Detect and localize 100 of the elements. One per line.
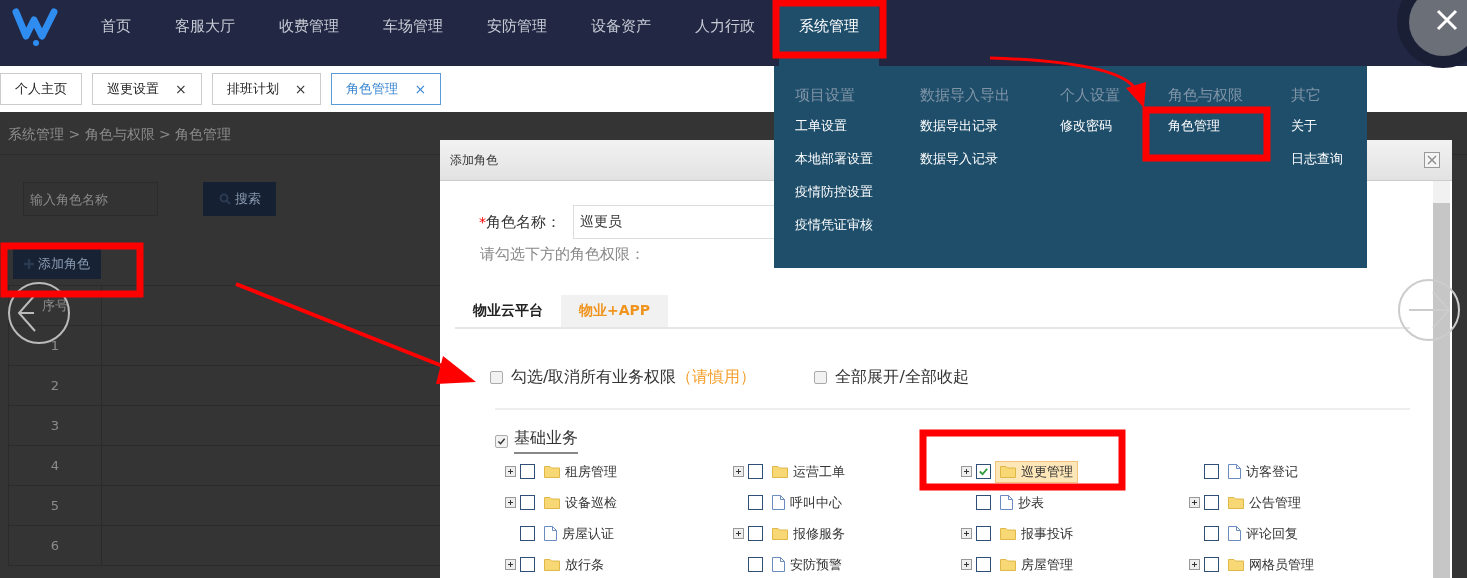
option-label: 勾选/取消所有业务权限（请慎用） — [511, 367, 757, 388]
nav-item[interactable]: 首页 — [101, 0, 131, 66]
menu-heading: 其它 — [1291, 86, 1322, 105]
tree-node[interactable]: 呼叫中心 — [767, 491, 847, 514]
checkbox[interactable] — [520, 464, 535, 479]
node-label: 租房管理 — [565, 462, 617, 481]
hint-text: 请勾选下方的角色权限： — [480, 245, 646, 264]
table-cell: 1 — [8, 325, 102, 366]
checkbox[interactable] — [748, 495, 763, 510]
expand-icon[interactable] — [733, 466, 744, 477]
checkbox[interactable] — [976, 526, 991, 541]
field-label: 角色名称： — [486, 212, 561, 232]
node-label: 报修服务 — [793, 524, 845, 543]
page-tab[interactable]: 个人主页 — [0, 73, 82, 105]
expand-icon[interactable] — [961, 528, 972, 539]
checkbox[interactable] — [1204, 495, 1219, 510]
node-label: 运营工单 — [793, 462, 845, 481]
checkbox[interactable] — [748, 526, 763, 541]
checkbox[interactable] — [1204, 526, 1219, 541]
tree-node[interactable]: 设备巡检 — [539, 491, 622, 514]
checkbox[interactable] — [976, 557, 991, 572]
folder-icon — [1000, 527, 1016, 540]
page-tab[interactable]: 巡更设置 × — [92, 73, 202, 105]
tree-node[interactable]: 抄表 — [995, 491, 1049, 514]
tree-node[interactable]: 网格员管理 — [1223, 553, 1319, 576]
node-label: 巡更管理 — [1021, 462, 1073, 481]
menu-item[interactable]: 工单设置 — [795, 117, 920, 150]
check-icon — [497, 436, 506, 446]
expand-icon[interactable] — [733, 528, 744, 539]
table-cell: 5 — [8, 485, 102, 526]
expand-icon[interactable] — [961, 559, 972, 570]
node-label: 放行条 — [565, 555, 604, 574]
scrollbar[interactable] — [1433, 181, 1450, 578]
folder-icon — [772, 527, 788, 540]
close-icon[interactable]: × — [175, 81, 187, 97]
search-button[interactable]: 搜索 — [203, 182, 276, 216]
table-cell: 2 — [8, 365, 102, 406]
tree-node[interactable]: 评论回复 — [1223, 522, 1303, 545]
expand-icon[interactable] — [505, 559, 516, 570]
checkbox[interactable] — [814, 371, 828, 384]
checkbox[interactable] — [976, 495, 991, 510]
nav-item[interactable]: 车场管理 — [383, 0, 443, 66]
checkbox[interactable] — [976, 464, 991, 479]
search-field[interactable]: 输入角色名称 — [23, 182, 158, 216]
folder-icon — [544, 496, 560, 509]
page-tab[interactable]: 角色管理 × — [331, 73, 442, 105]
expand-icon[interactable] — [961, 466, 972, 477]
menu-item[interactable]: 关于 — [1291, 117, 1367, 150]
menu-item[interactable]: 角色管理 — [1168, 117, 1291, 150]
menu-item[interactable]: 修改密码 — [1060, 117, 1168, 150]
checkbox[interactable] — [495, 434, 508, 448]
expand-icon[interactable] — [1189, 559, 1200, 570]
tree-node[interactable]: 报事投诉 — [995, 522, 1078, 545]
nav-item[interactable]: 人力行政 — [695, 0, 755, 66]
checkbox[interactable] — [490, 371, 503, 384]
document-icon — [1228, 526, 1241, 541]
close-icon[interactable]: × — [294, 81, 307, 97]
nav-item[interactable]: 收费管理 — [279, 0, 339, 66]
menu-heading: 项目设置 — [795, 86, 856, 105]
checkbox[interactable] — [748, 557, 763, 572]
tree-node[interactable]: 房屋认证 — [539, 522, 619, 545]
tree-node[interactable]: 公告管理 — [1223, 491, 1306, 514]
add-role-button[interactable]: 添加角色 — [13, 248, 101, 279]
expand-icon[interactable] — [505, 466, 516, 477]
expand-icon[interactable] — [1189, 497, 1200, 508]
tree-node[interactable]: 安防预警 — [767, 553, 847, 576]
tab-label: 排班计划 — [226, 80, 279, 98]
close-icon[interactable] — [1424, 152, 1440, 168]
folder-icon — [1228, 496, 1244, 509]
node-label: 评论回复 — [1246, 524, 1298, 543]
nav-item[interactable]: 安防管理 — [487, 0, 547, 66]
tree-node[interactable]: 报修服务 — [767, 522, 850, 545]
tree-node[interactable]: 巡更管理 — [995, 460, 1078, 483]
menu-item[interactable]: 数据导出记录 — [920, 117, 1060, 150]
nav-item[interactable]: 客服大厅 — [175, 0, 235, 66]
tree-node[interactable]: 运营工单 — [767, 460, 850, 483]
option-label: 全部展开/全部收起 — [835, 367, 969, 388]
table-cell: 3 — [8, 405, 102, 446]
page-tab[interactable]: 排班计划 × — [211, 73, 322, 105]
checkbox[interactable] — [1204, 557, 1219, 572]
tree-node[interactable]: 放行条 — [539, 553, 609, 576]
expand-icon[interactable] — [505, 497, 516, 508]
node-label: 网格员管理 — [1249, 555, 1314, 574]
tree-node[interactable]: 租房管理 — [539, 460, 622, 483]
checkbox[interactable] — [520, 526, 535, 541]
group-label: 基础业务 — [514, 428, 578, 454]
tree-node[interactable]: 房屋管理 — [995, 553, 1078, 576]
menu-heading: 个人设置 — [1060, 86, 1121, 105]
column-header: 序号 — [8, 285, 102, 326]
checkbox[interactable] — [748, 464, 763, 479]
checkbox[interactable] — [1204, 464, 1219, 479]
checkbox[interactable] — [520, 557, 535, 572]
close-icon[interactable]: × — [414, 81, 427, 97]
table-cell: 6 — [8, 525, 102, 566]
tab-label: 巡更设置 — [107, 80, 159, 98]
checkbox[interactable] — [520, 495, 535, 510]
tree-node[interactable]: 访客登记 — [1223, 460, 1303, 483]
node-label: 报事投诉 — [1021, 524, 1073, 543]
nav-item[interactable]: 设备资产 — [591, 0, 651, 66]
folder-icon — [772, 465, 788, 478]
